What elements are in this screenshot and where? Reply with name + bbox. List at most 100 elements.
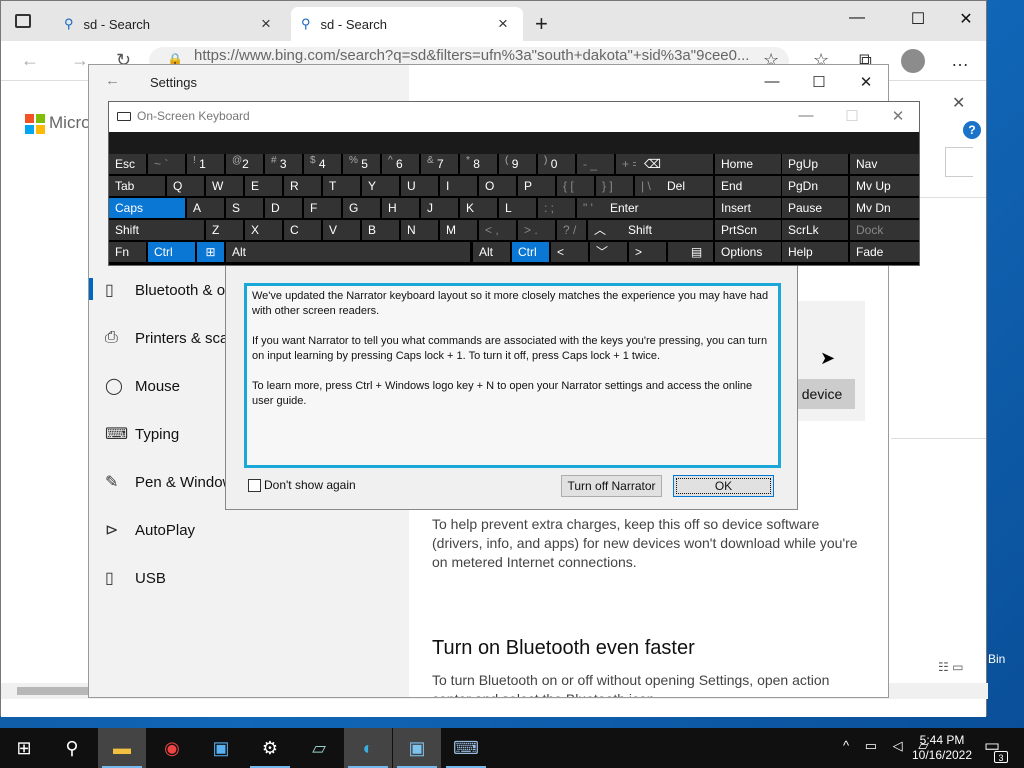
- key-up-arrow[interactable]: ︿: [588, 220, 625, 240]
- key-home[interactable]: Home: [715, 154, 781, 174]
- key-g[interactable]: G: [343, 198, 380, 218]
- file-explorer-icon[interactable]: ▬: [98, 728, 146, 768]
- key-fade[interactable]: Fade: [850, 242, 919, 262]
- key-comma[interactable]: < ,: [479, 220, 516, 240]
- key-right-arrow[interactable]: >: [629, 242, 666, 262]
- turn-off-narrator-button[interactable]: Turn off Narrator: [561, 475, 662, 497]
- profile-avatar[interactable]: [901, 49, 925, 73]
- maximize-icon[interactable]: ☐: [796, 73, 842, 91]
- key-quote[interactable]: " ': [577, 198, 606, 218]
- browser-tab[interactable]: ⚲ sd - Search ×: [54, 7, 286, 41]
- minimize-icon[interactable]: —: [783, 107, 829, 124]
- view-toggle-icons[interactable]: ☷ ▭: [938, 660, 963, 674]
- control-panel-icon[interactable]: ▣: [197, 728, 245, 768]
- nav-item-bluetooth[interactable]: ▯ Bluetooth & ot: [105, 270, 229, 310]
- key-y[interactable]: Y: [362, 176, 399, 196]
- key-q[interactable]: Q: [167, 176, 204, 196]
- key-backspace[interactable]: ⌫: [636, 154, 713, 174]
- key-2[interactable]: @2: [226, 154, 263, 174]
- key-pgdn[interactable]: PgDn: [782, 176, 848, 196]
- key-esc[interactable]: Esc: [109, 154, 146, 174]
- key-minus[interactable]: - _: [577, 154, 614, 174]
- key-mv-up[interactable]: Mv Up: [850, 176, 919, 196]
- dont-show-label[interactable]: Don't show again: [264, 478, 356, 492]
- search-icon[interactable]: ⚲: [48, 728, 96, 768]
- key-0[interactable]: ) 0: [538, 154, 575, 174]
- start-windows-icon[interactable]: ⊞: [0, 728, 48, 768]
- key-prtscn[interactable]: PrtScn: [715, 220, 781, 240]
- key-o[interactable]: O: [479, 176, 516, 196]
- key-insert[interactable]: Insert: [715, 198, 781, 218]
- key-pgup[interactable]: PgUp: [782, 154, 848, 174]
- key-nav[interactable]: Nav: [850, 154, 919, 174]
- key-pause[interactable]: Pause: [782, 198, 848, 218]
- nav-item-pen[interactable]: ✎ Pen & Window: [105, 462, 233, 502]
- edge-icon[interactable]: ◐: [344, 728, 392, 768]
- ok-button[interactable]: OK: [673, 475, 774, 497]
- close-tab-icon[interactable]: ×: [493, 14, 513, 34]
- key-8[interactable]: * 8: [460, 154, 497, 174]
- key-9[interactable]: ( 9: [499, 154, 536, 174]
- minimize-icon[interactable]: —: [749, 73, 795, 90]
- key-d[interactable]: D: [265, 198, 302, 218]
- key-a[interactable]: A: [187, 198, 224, 218]
- key-p[interactable]: P: [518, 176, 555, 196]
- key-caps[interactable]: Caps: [109, 198, 185, 218]
- nav-item-autoplay[interactable]: ⊳ AutoPlay: [105, 510, 195, 550]
- key-help[interactable]: Help: [782, 242, 848, 262]
- key-options[interactable]: Options: [715, 242, 781, 262]
- key-mv-dn[interactable]: Mv Dn: [850, 198, 919, 218]
- tab-actions-icon[interactable]: [15, 14, 31, 28]
- nav-item-printers[interactable]: ⎙ Printers & scan: [105, 318, 237, 358]
- recycle-bin-label[interactable]: Bin: [988, 652, 1005, 666]
- settings-gear-icon[interactable]: ⚙: [246, 728, 294, 768]
- key-5[interactable]: % 5: [343, 154, 380, 174]
- key-enter[interactable]: Enter: [604, 198, 713, 218]
- key-shift[interactable]: Shift: [109, 220, 204, 240]
- add-device-button[interactable]: device: [789, 379, 855, 409]
- close-icon[interactable]: ✕: [843, 73, 889, 91]
- minimize-icon[interactable]: —: [837, 9, 877, 27]
- key-v[interactable]: V: [323, 220, 360, 240]
- key-6[interactable]: ^ 6: [382, 154, 419, 174]
- key-x[interactable]: X: [245, 220, 282, 240]
- maximize-icon[interactable]: ☐: [898, 9, 938, 29]
- key-s[interactable]: S: [226, 198, 263, 218]
- key-end[interactable]: End: [715, 176, 781, 196]
- key-u[interactable]: U: [401, 176, 438, 196]
- key-4[interactable]: $ 4: [304, 154, 341, 174]
- close-tab-icon[interactable]: ×: [256, 14, 276, 34]
- key-7[interactable]: & 7: [421, 154, 458, 174]
- key-c[interactable]: C: [284, 220, 321, 240]
- key-semicolon[interactable]: : ;: [538, 198, 575, 218]
- key-h[interactable]: H: [382, 198, 419, 218]
- key-right-shift[interactable]: Shift: [622, 220, 713, 240]
- key-down-arrow[interactable]: ﹀: [590, 242, 627, 262]
- new-tab-button[interactable]: +: [535, 11, 548, 37]
- key-backslash[interactable]: | \: [635, 176, 661, 196]
- key-1[interactable]: ! 1: [187, 154, 224, 174]
- key-period[interactable]: > .: [518, 220, 555, 240]
- chrome-icon[interactable]: ◉: [148, 728, 196, 768]
- nav-item-usb[interactable]: ▯ USB: [105, 558, 166, 598]
- key-e[interactable]: E: [245, 176, 282, 196]
- key-rbracket[interactable]: } ]: [596, 176, 633, 196]
- remote-desktop-icon[interactable]: ▱: [295, 728, 343, 768]
- key-r[interactable]: R: [284, 176, 321, 196]
- browser-tab-active[interactable]: ⚲ sd - Search ×: [291, 7, 523, 41]
- key-3[interactable]: # 3: [265, 154, 302, 174]
- nav-item-mouse[interactable]: ◯ Mouse: [105, 366, 180, 406]
- forward-icon[interactable]: →: [71, 50, 89, 71]
- back-icon[interactable]: ←: [105, 72, 120, 89]
- key-lbracket[interactable]: { [: [557, 176, 594, 196]
- key-w[interactable]: W: [206, 176, 243, 196]
- key-j[interactable]: J: [421, 198, 458, 218]
- help-icon[interactable]: ?: [963, 121, 981, 139]
- more-menu-icon[interactable]: …: [951, 50, 969, 71]
- key-left-arrow[interactable]: <: [551, 242, 588, 262]
- windows-key-icon[interactable]: ⊞: [197, 242, 224, 262]
- key-l[interactable]: L: [499, 198, 536, 218]
- search-box[interactable]: [945, 147, 973, 177]
- nav-item-typing[interactable]: ⌨ Typing: [105, 414, 179, 454]
- close-icon[interactable]: ✕: [875, 107, 921, 125]
